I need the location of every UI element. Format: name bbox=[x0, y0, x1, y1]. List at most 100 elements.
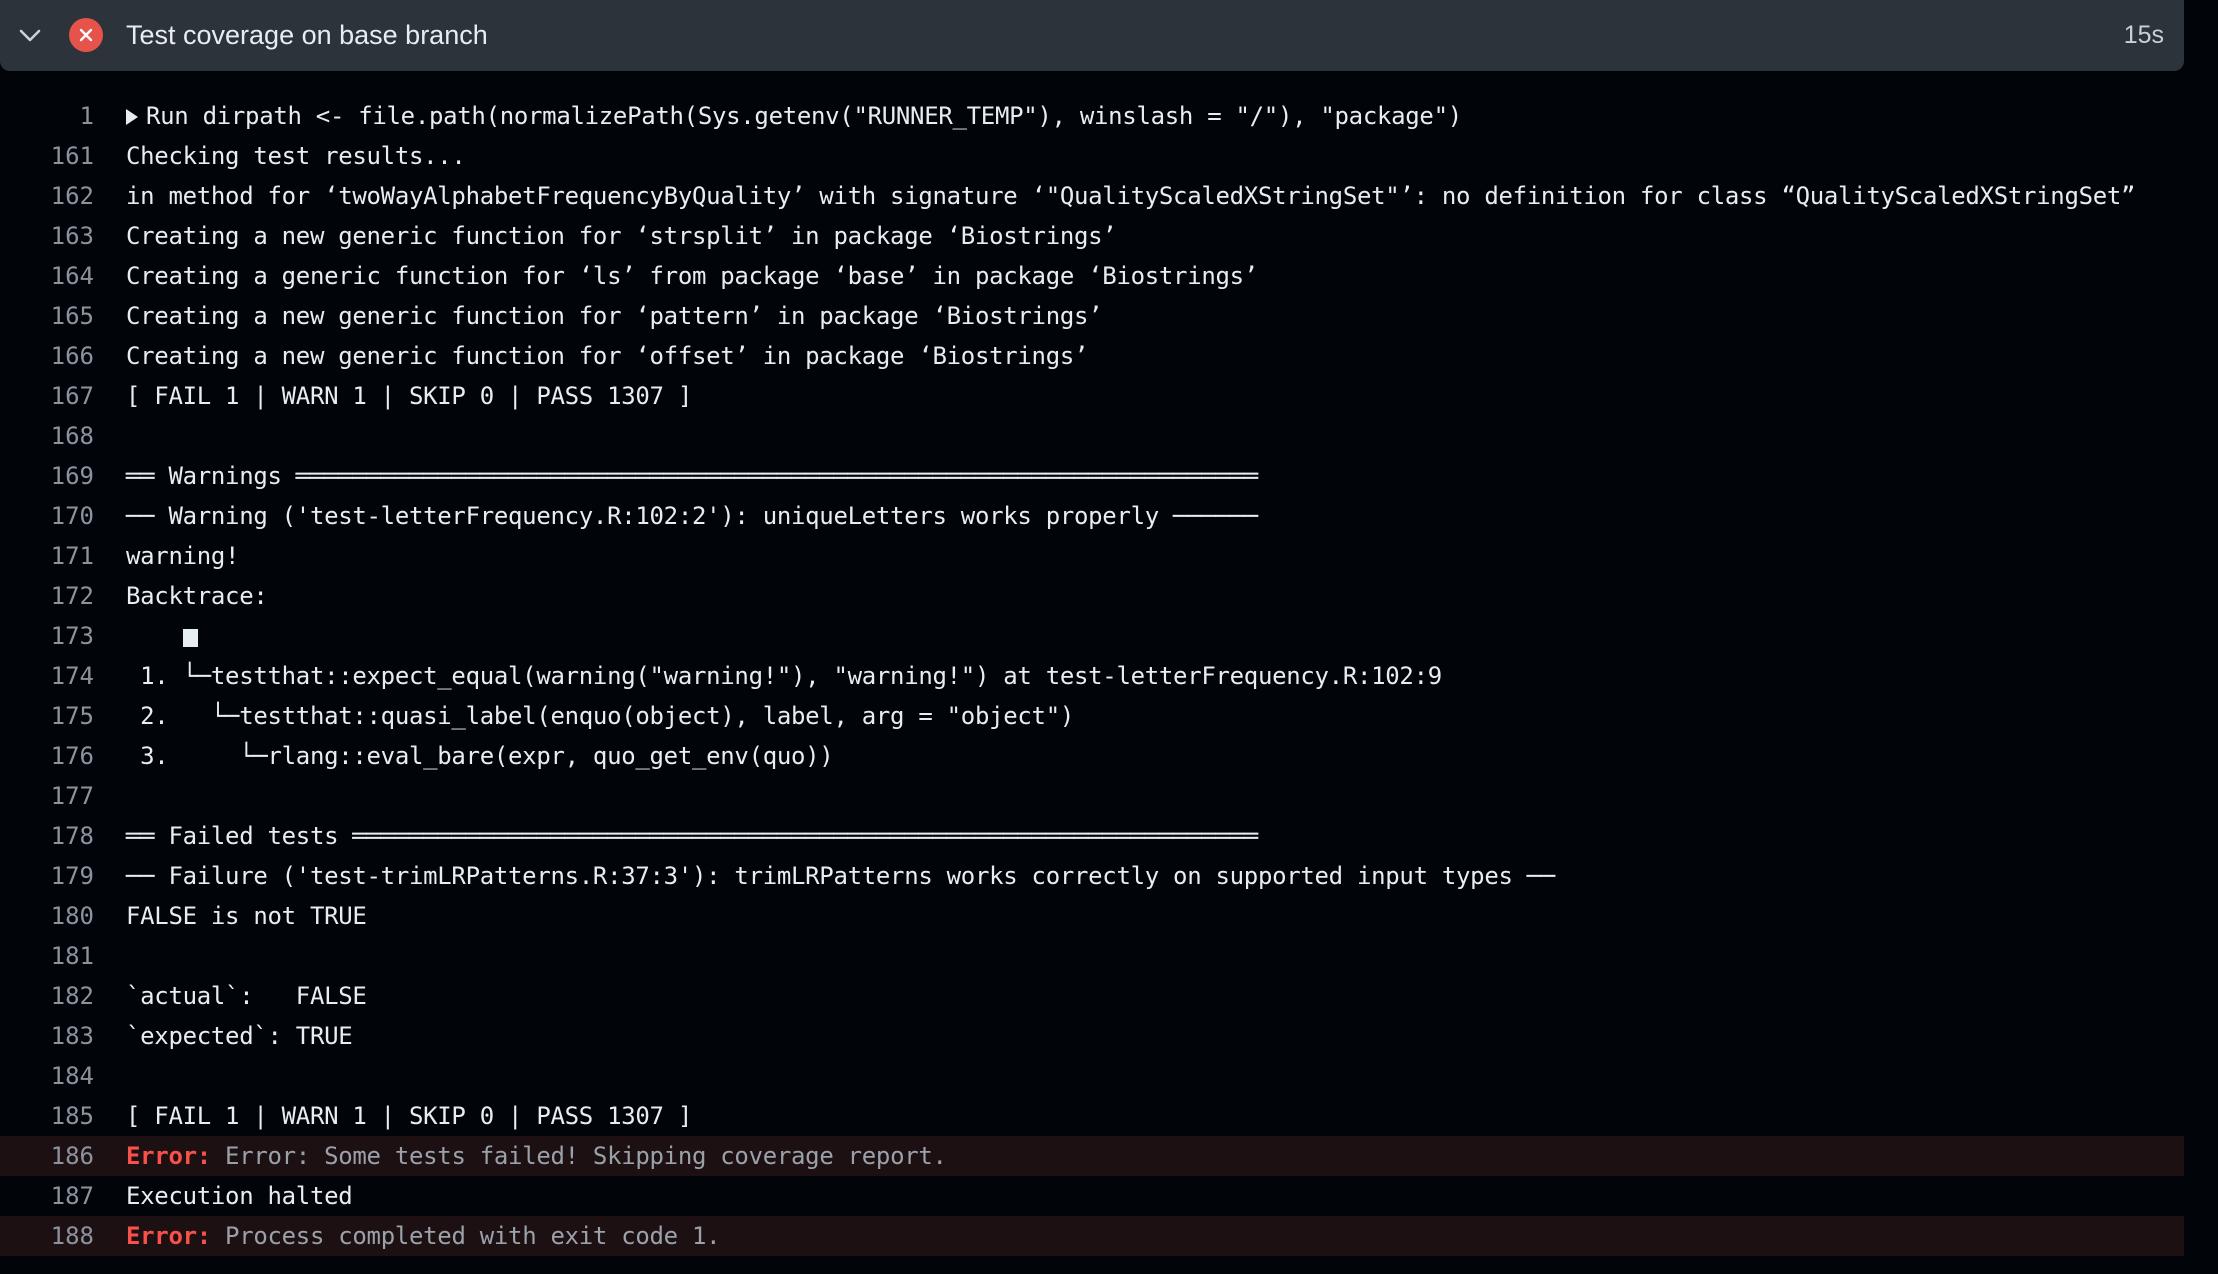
line-number[interactable]: 188 bbox=[0, 1216, 94, 1256]
log-line: 185 [ FAIL 1 | WARN 1 | SKIP 0 | PASS 130… bbox=[0, 1096, 2184, 1136]
line-content: Backtrace: bbox=[126, 582, 268, 610]
line-number[interactable]: 169 bbox=[0, 456, 94, 496]
line-number[interactable]: 162 bbox=[0, 176, 94, 216]
line-content: Creating a new generic function for ‘str… bbox=[126, 222, 1117, 250]
line-text: Error: Error: Some tests failed! Skippin… bbox=[126, 1136, 947, 1176]
line-number[interactable]: 168 bbox=[0, 416, 94, 456]
line-number[interactable]: 161 bbox=[0, 136, 94, 176]
line-number[interactable]: 166 bbox=[0, 336, 94, 376]
line-number[interactable]: 165 bbox=[0, 296, 94, 336]
log-line: 170 ── Warning ('test-letterFrequency.R:1… bbox=[0, 496, 2184, 536]
line-text: warning! bbox=[126, 536, 240, 576]
step-title: Test coverage on base branch bbox=[126, 20, 488, 50]
line-number[interactable]: 179 bbox=[0, 856, 94, 896]
log-line: 164 Creating a generic function for ‘ls’ … bbox=[0, 256, 2184, 296]
log-line: 162 in method for ‘twoWayAlphabetFrequenc… bbox=[0, 176, 2184, 216]
log-line: 187 Execution halted bbox=[0, 1176, 2184, 1216]
line-number[interactable]: 176 bbox=[0, 736, 94, 776]
line-text: `expected`: TRUE bbox=[126, 1016, 367, 1056]
line-content: ══ Warnings ════════════════════════════… bbox=[126, 462, 1258, 490]
log-line-error: 186 Error: Error: Some tests failed! Skip… bbox=[0, 1136, 2184, 1176]
line-number[interactable]: 180 bbox=[0, 896, 94, 936]
log-line: 1 Run dirpath <- file.path(normalizePath(… bbox=[0, 96, 2184, 136]
line-text: 2. └─testthat::quasi_label(enquo(object)… bbox=[126, 696, 1074, 736]
line-number[interactable]: 1 bbox=[0, 96, 94, 136]
line-text: ── Warning ('test-letterFrequency.R:102:… bbox=[126, 496, 1258, 536]
line-content: ── Failure ('test-trimLRPatterns.R:37:3'… bbox=[126, 862, 1556, 890]
line-number[interactable]: 184 bbox=[0, 1056, 94, 1096]
error-label: Error: bbox=[126, 1222, 211, 1250]
expand-triangle-icon[interactable] bbox=[126, 109, 138, 125]
step-header[interactable]: Test coverage on base branch 15s bbox=[0, 0, 2184, 71]
line-text: 1. └─testthat::expect_equal(warning("war… bbox=[126, 656, 1442, 696]
line-number[interactable]: 183 bbox=[0, 1016, 94, 1056]
block-glyph-icon bbox=[183, 629, 198, 647]
line-number[interactable]: 174 bbox=[0, 656, 94, 696]
line-number[interactable]: 172 bbox=[0, 576, 94, 616]
log-line: 184 bbox=[0, 1056, 2184, 1096]
line-content: Creating a new generic function for ‘off… bbox=[126, 342, 1089, 370]
line-number[interactable]: 164 bbox=[0, 256, 94, 296]
log-line: 179 ── Failure ('test-trimLRPatterns.R:37… bbox=[0, 856, 2184, 896]
line-content: Run dirpath <- file.path(normalizePath(S… bbox=[146, 102, 1462, 130]
line-content: `expected`: TRUE bbox=[126, 1022, 367, 1050]
line-text: [ FAIL 1 | WARN 1 | SKIP 0 | PASS 1307 ] bbox=[126, 1096, 692, 1136]
log-line: 181 bbox=[0, 936, 2184, 976]
log-line: 169 ══ Warnings ═════════════════════════… bbox=[0, 456, 2184, 496]
log-line: 167 [ FAIL 1 | WARN 1 | SKIP 0 | PASS 130… bbox=[0, 376, 2184, 416]
chevron-down-icon[interactable] bbox=[14, 20, 46, 52]
line-number[interactable]: 170 bbox=[0, 496, 94, 536]
line-number[interactable]: 182 bbox=[0, 976, 94, 1016]
log-line: 174 1. └─testthat::expect_equal(warning(… bbox=[0, 656, 2184, 696]
line-number[interactable]: 177 bbox=[0, 776, 94, 816]
log-line: 176 3. └─rlang::eval_bare(expr, quo_get_… bbox=[0, 736, 2184, 776]
line-text: [ FAIL 1 | WARN 1 | SKIP 0 | PASS 1307 ] bbox=[126, 376, 692, 416]
line-number[interactable]: 178 bbox=[0, 816, 94, 856]
line-content: warning! bbox=[126, 542, 240, 570]
line-number[interactable]: 163 bbox=[0, 216, 94, 256]
log-line: 163 Creating a new generic function for ‘… bbox=[0, 216, 2184, 256]
step-duration: 15s bbox=[2123, 21, 2164, 49]
line-text bbox=[126, 616, 198, 656]
line-content: `actual`: FALSE bbox=[126, 982, 367, 1010]
line-content: ── Warning ('test-letterFrequency.R:102:… bbox=[126, 502, 1258, 530]
line-content: in method for ‘twoWayAlphabetFrequencyBy… bbox=[126, 182, 2136, 210]
line-content: 2. └─testthat::quasi_label(enquo(object)… bbox=[126, 702, 1074, 730]
line-text: ══ Failed tests ════════════════════════… bbox=[126, 816, 1258, 856]
line-text: Run dirpath <- file.path(normalizePath(S… bbox=[126, 96, 1462, 136]
x-circle-icon bbox=[69, 18, 103, 52]
line-text: Creating a generic function for ‘ls’ fro… bbox=[126, 256, 1258, 296]
line-text: ── Failure ('test-trimLRPatterns.R:37:3'… bbox=[126, 856, 1555, 896]
line-text: `actual`: FALSE bbox=[126, 976, 367, 1016]
line-content: Checking test results... bbox=[126, 142, 466, 170]
line-content: FALSE is not TRUE bbox=[126, 902, 367, 930]
line-number[interactable]: 173 bbox=[0, 616, 94, 656]
log-line: 183 `expected`: TRUE bbox=[0, 1016, 2184, 1056]
line-text: Checking test results... bbox=[126, 136, 466, 176]
line-number[interactable]: 181 bbox=[0, 936, 94, 976]
line-number[interactable]: 185 bbox=[0, 1096, 94, 1136]
line-text: Execution halted bbox=[126, 1176, 353, 1216]
line-content: Creating a new generic function for ‘pat… bbox=[126, 302, 1103, 330]
line-number[interactable]: 171 bbox=[0, 536, 94, 576]
line-number[interactable]: 167 bbox=[0, 376, 94, 416]
log-line: 161 Checking test results... bbox=[0, 136, 2184, 176]
error-message: Error: Some tests failed! Skipping cover… bbox=[210, 1142, 947, 1170]
line-number[interactable]: 175 bbox=[0, 696, 94, 736]
line-text: Backtrace: bbox=[126, 576, 268, 616]
line-text: Creating a new generic function for ‘str… bbox=[126, 216, 1117, 256]
log-line: 171 warning! bbox=[0, 536, 2184, 576]
line-number[interactable]: 186 bbox=[0, 1136, 94, 1176]
line-text: Error: Process completed with exit code … bbox=[126, 1216, 721, 1256]
line-text: Creating a new generic function for ‘off… bbox=[126, 336, 1088, 376]
log-line: 165 Creating a new generic function for ‘… bbox=[0, 296, 2184, 336]
log-line: 168 bbox=[0, 416, 2184, 456]
log-output: 1 Run dirpath <- file.path(normalizePath(… bbox=[0, 96, 2184, 1256]
log-line: 182 `actual`: FALSE bbox=[0, 976, 2184, 1016]
line-number[interactable]: 187 bbox=[0, 1176, 94, 1216]
line-content: 1. └─testthat::expect_equal(warning("war… bbox=[126, 662, 1442, 690]
line-content: [ FAIL 1 | WARN 1 | SKIP 0 | PASS 1307 ] bbox=[126, 382, 692, 410]
log-line: 173 bbox=[0, 616, 2184, 656]
line-content: [ FAIL 1 | WARN 1 | SKIP 0 | PASS 1307 ] bbox=[126, 1102, 692, 1130]
line-content: 3. └─rlang::eval_bare(expr, quo_get_env(… bbox=[126, 742, 834, 770]
